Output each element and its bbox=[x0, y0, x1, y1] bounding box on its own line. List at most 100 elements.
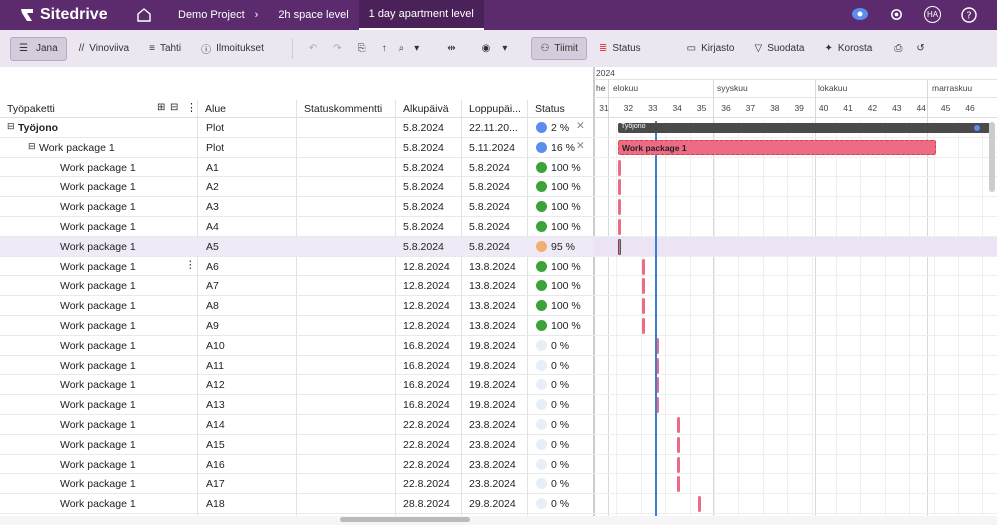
end-date-cell[interactable]: 19.8.2024 bbox=[469, 379, 516, 391]
column-header-alue[interactable]: Alue bbox=[205, 103, 226, 115]
work-package-name[interactable]: Work package 1 bbox=[60, 419, 136, 431]
work-package-name[interactable]: Work package 1 bbox=[60, 478, 136, 490]
gantt-task-bar[interactable] bbox=[677, 436, 681, 453]
area-cell[interactable]: A18 bbox=[206, 498, 225, 510]
close-icon[interactable]: ✕ bbox=[576, 140, 585, 152]
end-date-cell[interactable]: 13.8.2024 bbox=[469, 280, 516, 292]
end-date-cell[interactable]: 5.8.2024 bbox=[469, 241, 510, 253]
area-cell[interactable]: Plot bbox=[206, 122, 224, 134]
status-percent[interactable]: 100 % bbox=[551, 181, 581, 193]
status-percent[interactable]: 0 % bbox=[551, 360, 569, 372]
status-percent[interactable]: 16 % bbox=[551, 142, 575, 154]
end-date-cell[interactable]: 22.11.20... bbox=[469, 122, 518, 134]
area-cell[interactable]: A12 bbox=[206, 379, 225, 391]
gantt-task-bar[interactable] bbox=[656, 337, 660, 354]
start-date-cell[interactable]: 12.8.2024 bbox=[403, 300, 450, 312]
status-percent[interactable]: 100 % bbox=[551, 300, 581, 312]
area-cell[interactable]: A4 bbox=[206, 221, 219, 233]
collapse-icon[interactable]: ⊟ bbox=[28, 141, 36, 152]
status-percent[interactable]: 0 % bbox=[551, 498, 569, 510]
table-row[interactable]: Work package 1 A9 12.8.2024 13.8.2024 100 % bbox=[0, 316, 594, 336]
gantt-task-bar[interactable] bbox=[618, 159, 621, 176]
end-date-cell[interactable]: 23.8.2024 bbox=[469, 419, 516, 431]
start-date-cell[interactable]: 5.8.2024 bbox=[403, 162, 444, 174]
area-cell[interactable]: A1 bbox=[206, 162, 219, 174]
status-percent[interactable]: 100 % bbox=[551, 201, 581, 213]
area-cell[interactable]: A6 bbox=[206, 261, 219, 273]
work-package-name[interactable]: Work package 1 bbox=[60, 340, 136, 352]
table-row[interactable]: Work package 1 A13 16.8.2024 19.8.2024 0 % bbox=[0, 395, 594, 415]
gantt-task-bar[interactable] bbox=[618, 179, 621, 196]
start-date-cell[interactable]: 5.8.2024 bbox=[403, 221, 444, 233]
table-row[interactable]: Work package 1 A7 12.8.2024 13.8.2024 100 % bbox=[0, 276, 594, 297]
column-header-statuskommentti[interactable]: Statuskommentti bbox=[304, 103, 382, 115]
gantt-task-bar[interactable] bbox=[656, 397, 660, 414]
breadcrumb-apartment-level[interactable]: 1 day apartment level bbox=[358, 0, 484, 30]
gantt-task-bar[interactable] bbox=[618, 219, 621, 235]
breadcrumb-space-level[interactable]: 2h space level bbox=[268, 0, 358, 30]
table-row[interactable]: Work package 1 A14 22.8.2024 23.8.2024 0 % bbox=[0, 415, 594, 435]
area-cell[interactable]: A11 bbox=[206, 360, 224, 372]
collapse-all-icon[interactable]: ⊟ bbox=[170, 102, 178, 113]
chat-icon[interactable] bbox=[851, 7, 869, 23]
korosta-button[interactable]: ✦ Korosta bbox=[816, 38, 880, 59]
table-row[interactable]: Work package 1 A8 12.8.2024 13.8.2024 100 % bbox=[0, 296, 594, 316]
work-package-name[interactable]: Work package 1 bbox=[60, 439, 136, 451]
close-icon[interactable]: ✕ bbox=[576, 120, 585, 132]
status-percent[interactable]: 0 % bbox=[551, 340, 569, 352]
start-date-cell[interactable]: 22.8.2024 bbox=[403, 459, 450, 471]
start-date-cell[interactable]: 16.8.2024 bbox=[403, 399, 450, 411]
area-cell[interactable]: A16 bbox=[206, 459, 225, 471]
gantt-task-bar[interactable] bbox=[642, 298, 646, 315]
start-date-cell[interactable]: 12.8.2024 bbox=[403, 261, 450, 273]
start-date-cell[interactable]: 12.8.2024 bbox=[403, 320, 450, 332]
start-date-cell[interactable]: 16.8.2024 bbox=[403, 340, 450, 352]
end-date-cell[interactable]: 29.8.2024 bbox=[469, 498, 516, 510]
start-date-cell[interactable]: 22.8.2024 bbox=[403, 419, 450, 431]
work-package-name[interactable]: Work package 1 bbox=[60, 459, 136, 471]
end-date-cell[interactable]: 5.11.2024 bbox=[469, 142, 515, 154]
area-cell[interactable]: A13 bbox=[206, 399, 225, 411]
vinoviiva-button[interactable]: // Vinoviiva bbox=[71, 38, 137, 59]
gantt-task-bar[interactable] bbox=[656, 357, 660, 374]
work-package-name[interactable]: Work package 1 bbox=[60, 280, 136, 292]
gantt-task-bar[interactable] bbox=[618, 199, 621, 216]
work-package-name[interactable]: Work package 1 bbox=[60, 162, 136, 174]
status-percent[interactable]: 100 % bbox=[551, 221, 581, 233]
area-cell[interactable]: Plot bbox=[206, 142, 224, 154]
table-row[interactable]: Work package 1 A10 16.8.2024 19.8.2024 0 % bbox=[0, 336, 594, 356]
summary-bar-tyojono[interactable]: Työjono bbox=[618, 123, 990, 133]
gantt-task-bar[interactable] bbox=[642, 318, 646, 334]
table-row[interactable]: Work package 1 A16 22.8.2024 23.8.2024 0 % bbox=[0, 455, 594, 475]
status-percent[interactable]: 2 % bbox=[551, 122, 569, 134]
area-cell[interactable]: A8 bbox=[206, 300, 219, 312]
gantt-task-bar[interactable] bbox=[698, 496, 702, 513]
end-date-cell[interactable]: 23.8.2024 bbox=[469, 459, 516, 471]
home-icon[interactable] bbox=[136, 7, 152, 23]
table-row[interactable]: Work package 1 A12 16.8.2024 19.8.2024 0 % bbox=[0, 375, 594, 396]
column-header-alkupaiva[interactable]: Alkupäivä bbox=[403, 103, 449, 115]
user-avatar[interactable]: HA bbox=[924, 6, 941, 23]
gantt-task-bar[interactable] bbox=[656, 377, 660, 394]
gantt-task-bar[interactable] bbox=[677, 417, 681, 433]
column-header-status[interactable]: Status bbox=[535, 103, 565, 115]
tiimit-button[interactable]: ⚇ Tiimit bbox=[531, 37, 587, 60]
area-cell[interactable]: A14 bbox=[206, 419, 225, 431]
start-date-cell[interactable]: 16.8.2024 bbox=[403, 379, 450, 391]
vertical-scrollbar[interactable] bbox=[989, 122, 995, 192]
work-package-name[interactable]: Work package 1 bbox=[60, 221, 136, 233]
area-cell[interactable]: A9 bbox=[206, 320, 219, 332]
table-row[interactable]: Work package 1 A15 22.8.2024 23.8.2024 0 % bbox=[0, 435, 594, 455]
print-icon[interactable]: ⎙ bbox=[894, 43, 902, 54]
table-row[interactable]: Work package 1 A6 12.8.2024 13.8.2024 100 % ⋮ bbox=[0, 257, 594, 277]
start-date-cell[interactable]: 5.8.2024 bbox=[403, 201, 444, 213]
expand-all-icon[interactable]: ⊞ bbox=[157, 102, 165, 113]
summary-bar-work-package-1[interactable]: Work package 1 bbox=[618, 140, 936, 155]
work-package-name[interactable]: Työjono bbox=[18, 122, 58, 134]
end-date-cell[interactable]: 5.8.2024 bbox=[469, 201, 510, 213]
end-date-cell[interactable]: 5.8.2024 bbox=[469, 162, 510, 174]
area-cell[interactable]: A15 bbox=[206, 439, 225, 451]
work-package-name[interactable]: Work package 1 bbox=[60, 320, 136, 332]
end-date-cell[interactable]: 13.8.2024 bbox=[469, 320, 516, 332]
status-button[interactable]: ≣ Status bbox=[591, 38, 649, 59]
